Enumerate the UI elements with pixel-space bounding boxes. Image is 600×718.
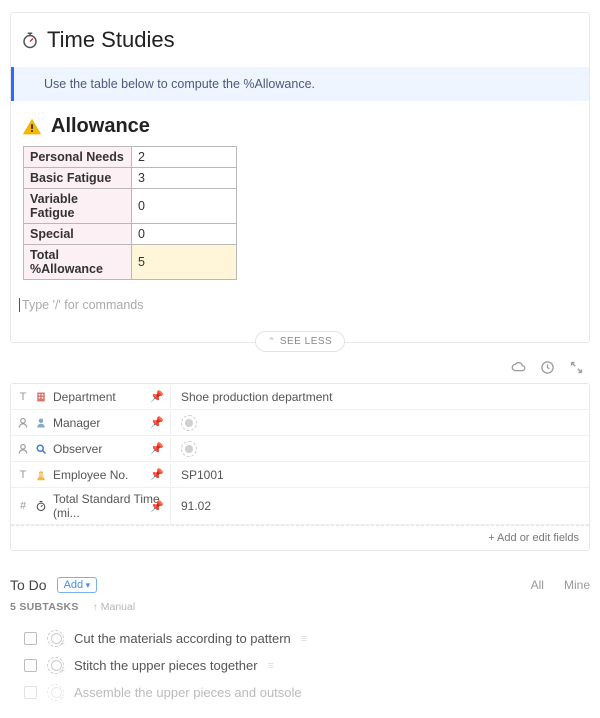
task-title[interactable]: Assemble the upper pieces and outsole xyxy=(74,685,302,700)
allowance-value[interactable]: 2 xyxy=(132,147,237,168)
page-title: Time Studies xyxy=(47,27,175,53)
field-row-observer: Observer 📌 xyxy=(11,436,589,462)
number-type-icon: # xyxy=(17,500,29,512)
allowance-value[interactable]: 0 xyxy=(132,224,237,245)
allowance-value[interactable]: 0 xyxy=(132,189,237,224)
allowance-total-label: Total %Allowance xyxy=(24,245,132,280)
task-assignee-icon[interactable] xyxy=(47,630,64,647)
allowance-heading: Allowance xyxy=(51,115,150,138)
field-label: Employee No. xyxy=(53,468,128,482)
field-value[interactable]: Shoe production department xyxy=(171,386,589,408)
allowance-table: Personal Needs2 Basic Fatigue3 Variable … xyxy=(23,146,237,280)
todo-heading: To Do xyxy=(10,577,47,593)
worker-icon xyxy=(35,469,47,481)
allowance-label: Basic Fatigue xyxy=(24,168,132,189)
people-type-icon xyxy=(17,417,29,429)
assignee-placeholder-icon[interactable] xyxy=(181,415,197,431)
subtasks-meta: 5 SUBTASKS Manual xyxy=(10,601,590,613)
manager-icon xyxy=(35,417,47,429)
task-title[interactable]: Cut the materials according to pattern xyxy=(74,631,291,646)
table-row: Basic Fatigue3 xyxy=(24,168,237,189)
text-type-icon: T xyxy=(17,391,29,403)
cloud-icon[interactable] xyxy=(511,360,526,375)
todo-header: To Do Add All Mine xyxy=(10,577,590,593)
slash-command-input[interactable]: Type '/' for commands xyxy=(19,298,579,312)
drag-handle-icon[interactable]: ≡ xyxy=(301,633,307,645)
field-row-employee: T Employee No. 📌 SP1001 xyxy=(11,462,589,488)
drag-handle-icon[interactable]: ≡ xyxy=(268,660,274,672)
task-row[interactable]: Cut the materials according to pattern ≡ xyxy=(10,625,590,652)
pin-icon[interactable]: 📌 xyxy=(150,416,164,429)
assignee-placeholder-icon[interactable] xyxy=(181,441,197,457)
magnifier-icon xyxy=(35,443,47,455)
task-assignee-icon[interactable] xyxy=(47,684,64,701)
pin-icon[interactable]: 📌 xyxy=(150,500,164,513)
pin-icon[interactable]: 📌 xyxy=(150,442,164,455)
task-row[interactable]: Stitch the upper pieces together ≡ xyxy=(10,652,590,679)
allowance-label: Variable Fatigue xyxy=(24,189,132,224)
allowance-label: Personal Needs xyxy=(24,147,132,168)
see-less-button[interactable]: SEE LESS xyxy=(255,331,345,352)
expand-icon[interactable] xyxy=(569,360,584,375)
field-label: Manager xyxy=(53,416,100,430)
task-checkbox[interactable] xyxy=(24,632,37,645)
add-button[interactable]: Add xyxy=(57,577,98,593)
filter-all[interactable]: All xyxy=(531,578,544,592)
field-value[interactable]: SP1001 xyxy=(171,464,589,486)
allowance-label: Special xyxy=(24,224,132,245)
page-header: Time Studies xyxy=(21,27,579,53)
warning-icon xyxy=(21,116,43,138)
table-row: Variable Fatigue0 xyxy=(24,189,237,224)
pin-icon[interactable]: 📌 xyxy=(150,390,164,403)
pin-icon[interactable]: 📌 xyxy=(150,468,164,481)
building-icon xyxy=(35,391,47,403)
task-row[interactable]: Assemble the upper pieces and outsole xyxy=(10,679,590,706)
subtasks-count: 5 SUBTASKS xyxy=(10,601,79,613)
task-checkbox[interactable] xyxy=(24,686,37,699)
text-type-icon: T xyxy=(17,469,29,481)
table-row: Special0 xyxy=(24,224,237,245)
allowance-heading-row: Allowance xyxy=(21,115,579,138)
field-row-manager: Manager 📌 xyxy=(11,410,589,436)
allowance-value[interactable]: 3 xyxy=(132,168,237,189)
task-title[interactable]: Stitch the upper pieces together xyxy=(74,658,258,673)
card-actions xyxy=(10,356,590,383)
field-value[interactable]: 91.02 xyxy=(171,495,589,517)
history-icon[interactable] xyxy=(540,360,555,375)
table-row: Personal Needs2 xyxy=(24,147,237,168)
field-label: Total Standard Time (mi... xyxy=(53,492,164,520)
add-edit-fields-button[interactable]: + Add or edit fields xyxy=(11,525,589,550)
filter-mine[interactable]: Mine xyxy=(564,578,590,592)
task-checkbox[interactable] xyxy=(24,659,37,672)
stopwatch-icon xyxy=(21,31,39,49)
allowance-total-value: 5 xyxy=(132,245,237,280)
field-label: Observer xyxy=(53,442,102,456)
field-row-total-time: # Total Standard Time (mi... 📌 91.02 xyxy=(11,488,589,525)
timer-icon xyxy=(35,500,47,512)
people-type-icon xyxy=(17,443,29,455)
table-row-total: Total %Allowance5 xyxy=(24,245,237,280)
task-assignee-icon[interactable] xyxy=(47,657,64,674)
custom-fields-card: T Department 📌 Shoe production departmen… xyxy=(10,383,590,551)
field-row-department: T Department 📌 Shoe production departmen… xyxy=(11,384,589,410)
sort-button[interactable]: Manual xyxy=(93,601,135,613)
field-label: Department xyxy=(53,390,116,404)
time-studies-card: Time Studies Use the table below to comp… xyxy=(10,12,590,343)
info-callout: Use the table below to compute the %Allo… xyxy=(11,67,589,101)
field-value[interactable] xyxy=(171,437,589,461)
field-value[interactable] xyxy=(171,411,589,435)
